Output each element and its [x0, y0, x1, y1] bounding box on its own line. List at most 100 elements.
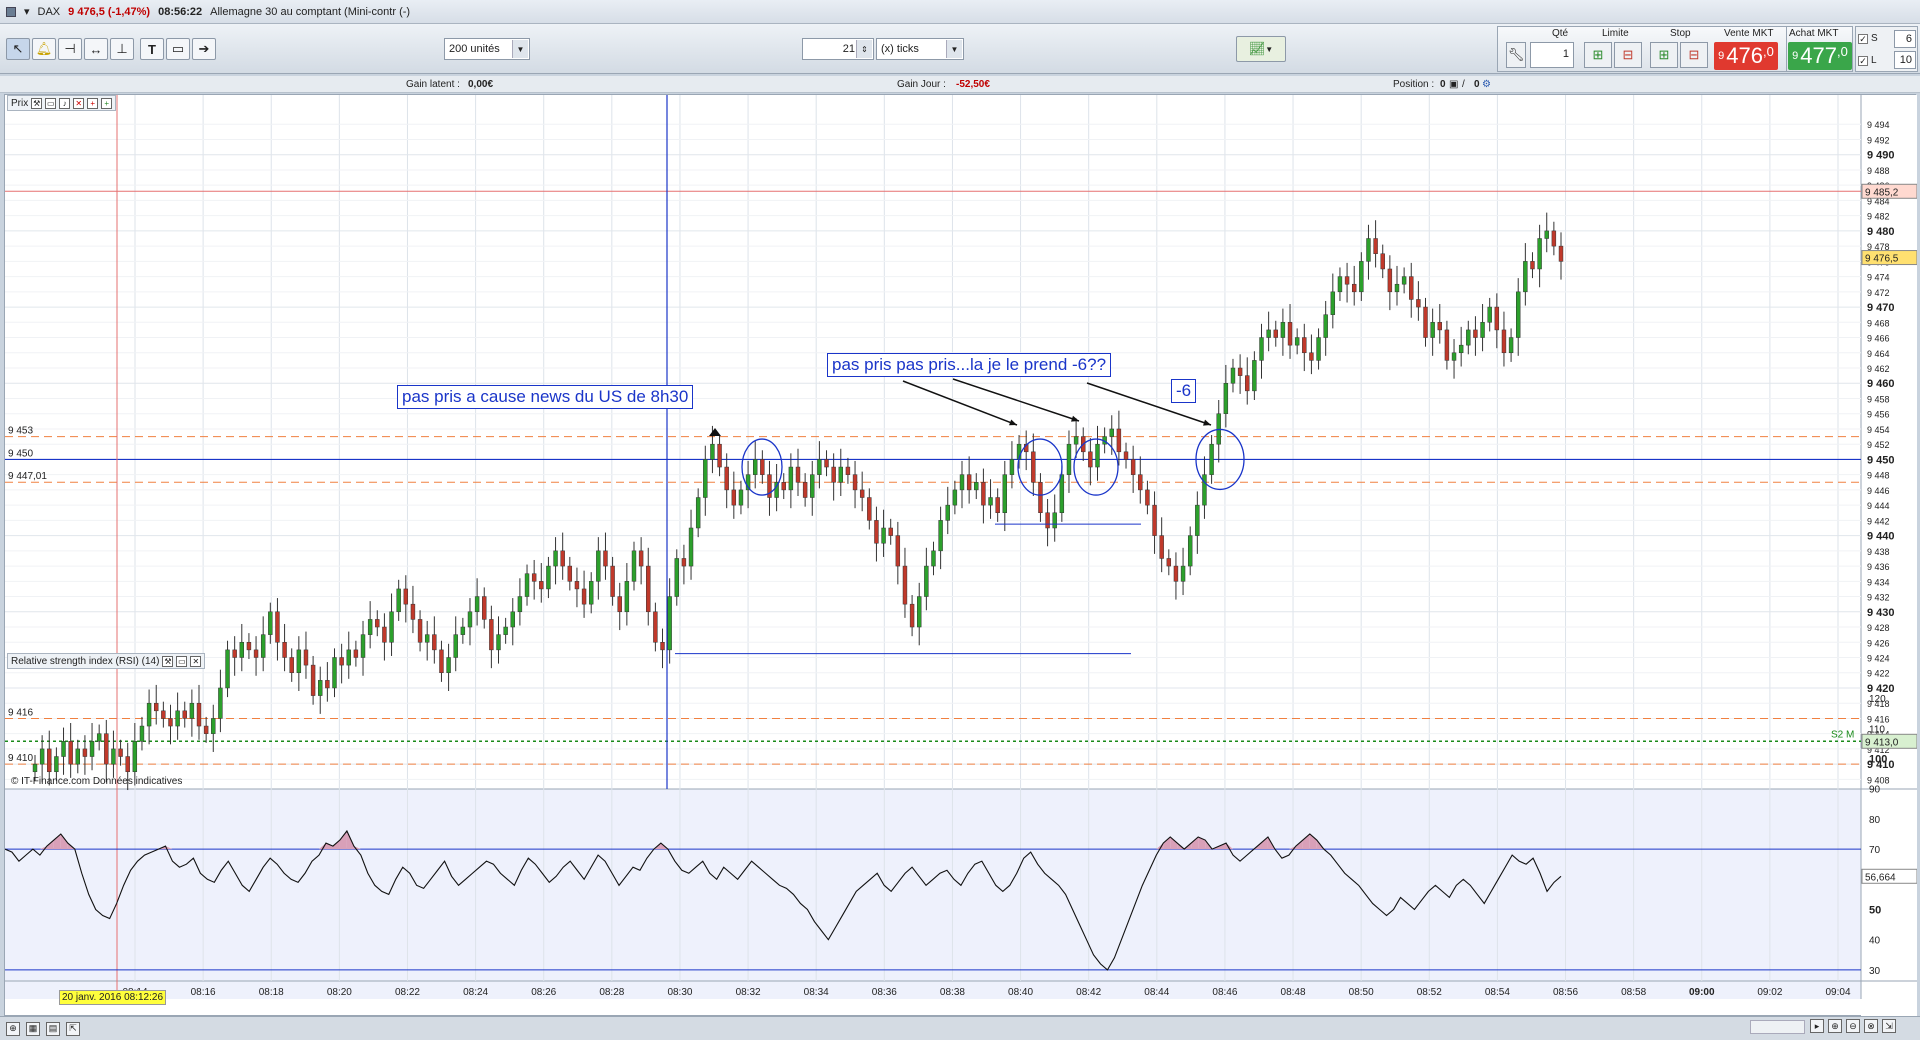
annotation-minus6[interactable]: -6 [1171, 379, 1197, 403]
arrow-tool-button[interactable]: ➔ [192, 38, 216, 60]
zoom-out-icon[interactable]: ⊖ [1846, 1019, 1860, 1033]
candle-body [467, 611, 473, 628]
s-value-input[interactable]: 6 [1894, 30, 1916, 48]
position-link-icon[interactable]: ⚙ [1482, 79, 1491, 90]
candle-body [111, 748, 116, 765]
dropdown-arrow-icon[interactable]: ▾ [24, 5, 30, 18]
candle-body [68, 741, 73, 765]
add-indicator-icon[interactable]: + [101, 97, 113, 109]
sell-market-button[interactable]: 9 476,0 [1714, 42, 1778, 70]
price-tick-label: 9 452 [1867, 440, 1890, 450]
candle-body [489, 619, 494, 651]
window-menu-icon[interactable] [6, 6, 16, 17]
hline-tool-button[interactable]: ⊣ [58, 38, 82, 60]
horizontal-scrollbar[interactable] [1750, 1020, 1805, 1034]
candle-body [132, 741, 138, 773]
candle-body [474, 596, 480, 613]
alert-tool-button[interactable]: 🔔︎ [32, 38, 56, 60]
candle-body [688, 527, 694, 567]
window-icon[interactable]: ▭ [45, 97, 57, 109]
l-value-input[interactable]: 10 [1894, 51, 1916, 69]
stepper-arrows-icon[interactable]: ⇕ [856, 40, 872, 58]
limit-buy-button[interactable]: ⊞ [1584, 42, 1612, 68]
candle-body [353, 649, 359, 658]
chart-type-button[interactable]: 📈︎ ▼ [1236, 36, 1286, 62]
vline-tool-button[interactable]: ⊥ [110, 38, 134, 60]
chart-canvas[interactable]: 08:1408:1608:1808:2008:2208:2408:2608:28… [5, 95, 1917, 1017]
candle-body [660, 642, 665, 651]
annotation-pris[interactable]: pas pris pas pris...la je le prend -6?? [827, 353, 1112, 377]
candle-body [1052, 512, 1057, 529]
candle-body [482, 596, 487, 620]
order-panel: Qté Limite Stop Vente MKT 🔧︎ 1 ⊞ ⊟ ⊞ ⊟ 9… [1497, 26, 1787, 72]
candle-body [89, 741, 95, 757]
qty-label: Qté [1552, 28, 1569, 39]
layout-icon[interactable]: ▦ [26, 1021, 40, 1036]
zoom-fit-icon[interactable]: ⊗ [1864, 1019, 1878, 1033]
qty-input[interactable]: 1 [1530, 42, 1574, 68]
buy-label: Achat MKT [1789, 28, 1839, 39]
candle-body [360, 634, 366, 658]
candle-body [203, 725, 209, 734]
chart-area[interactable]: 08:1408:1608:1808:2008:2208:2408:2608:28… [4, 94, 1917, 1017]
candle-body [624, 581, 630, 613]
text-tool-button[interactable]: T [140, 38, 164, 60]
rsi-tick-label: 100 [1869, 754, 1887, 766]
rsi-panel-header: Relative strength index (RSI) (14) ⚒ ▭ ✕ [7, 653, 206, 669]
pointer-tool-button[interactable]: ↖ [6, 38, 30, 60]
price-tick-label: 9 448 [1867, 471, 1890, 481]
price-tick-label: 9 462 [1867, 364, 1890, 374]
candle-body [1230, 367, 1236, 384]
limit-sell-button[interactable]: ⊟ [1614, 42, 1642, 68]
copyright-text: © IT-Finance.com Données indicatives [11, 776, 183, 787]
shape-tool-button[interactable]: ▭ [166, 38, 190, 60]
units-select[interactable]: 200 unités ▼ [444, 38, 530, 60]
buy-market-button[interactable]: 9 477,0 [1788, 42, 1852, 70]
chevron-down-icon[interactable]: ▼ [512, 40, 528, 58]
candle-body [988, 497, 993, 506]
zoom-in-icon[interactable]: ⊕ [6, 1021, 20, 1036]
stop-sell-button[interactable]: ⊟ [1680, 42, 1708, 68]
left-level-label: 9 453 [8, 426, 33, 437]
position-edit-icon[interactable]: ▣ [1449, 79, 1458, 90]
candle-body [225, 649, 230, 689]
candle-body [1045, 512, 1050, 529]
scroll-right-icon[interactable]: ▸ [1810, 1019, 1824, 1033]
zoom-in-icon[interactable]: ⊕ [1828, 1019, 1842, 1033]
candle-body [1073, 436, 1079, 445]
close-icon[interactable]: ✕ [190, 655, 202, 667]
save-icon[interactable]: ▤ [46, 1021, 60, 1036]
candle-body [1366, 238, 1371, 262]
candle-body [717, 443, 722, 468]
ticks-stepper[interactable]: 21 ⇕ [802, 38, 874, 60]
stop-buy-button[interactable]: ⊞ [1650, 42, 1678, 68]
ticks-select[interactable]: (x) ticks ▼ [876, 38, 964, 60]
candle-body [1487, 306, 1492, 323]
window-icon[interactable]: ▭ [176, 655, 188, 667]
candle-body [1009, 459, 1015, 475]
wrench-icon[interactable]: ⚒ [31, 97, 43, 109]
wrench-icon[interactable]: ⚒ [162, 655, 174, 667]
add-indicator-icon[interactable]: + [87, 97, 99, 109]
candle-body [453, 634, 458, 658]
candle-body [1494, 306, 1500, 331]
price-tick-label: 9 472 [1867, 288, 1890, 298]
chevron-down-icon[interactable]: ▼ [946, 40, 962, 58]
candle-body [1523, 261, 1528, 293]
hspan-tool-button[interactable]: ↔ [84, 38, 108, 60]
stop-checkbox[interactable]: ✓ [1858, 33, 1868, 44]
clock-time: 08:56:22 [158, 5, 203, 18]
candle-body [1280, 322, 1286, 338]
wrench-button[interactable]: 🔧︎ [1506, 42, 1526, 68]
candle-body [781, 482, 786, 491]
candle-body [1558, 245, 1564, 262]
bell-icon[interactable]: ♪ [59, 97, 71, 109]
limit-checkbox[interactable]: ✓ [1858, 55, 1868, 66]
candle-body [945, 504, 950, 521]
pan-icon[interactable]: ⇲ [1882, 1019, 1896, 1033]
instrument-name: Allemagne 30 au comptant (Mini-contr (-) [210, 5, 411, 18]
price-tick-label: 9 464 [1867, 349, 1890, 359]
close-icon[interactable]: ✕ [73, 97, 85, 109]
annotation-news[interactable]: pas pris a cause news du US de 8h30 [397, 385, 694, 409]
export-icon[interactable]: ⇱ [66, 1021, 80, 1036]
